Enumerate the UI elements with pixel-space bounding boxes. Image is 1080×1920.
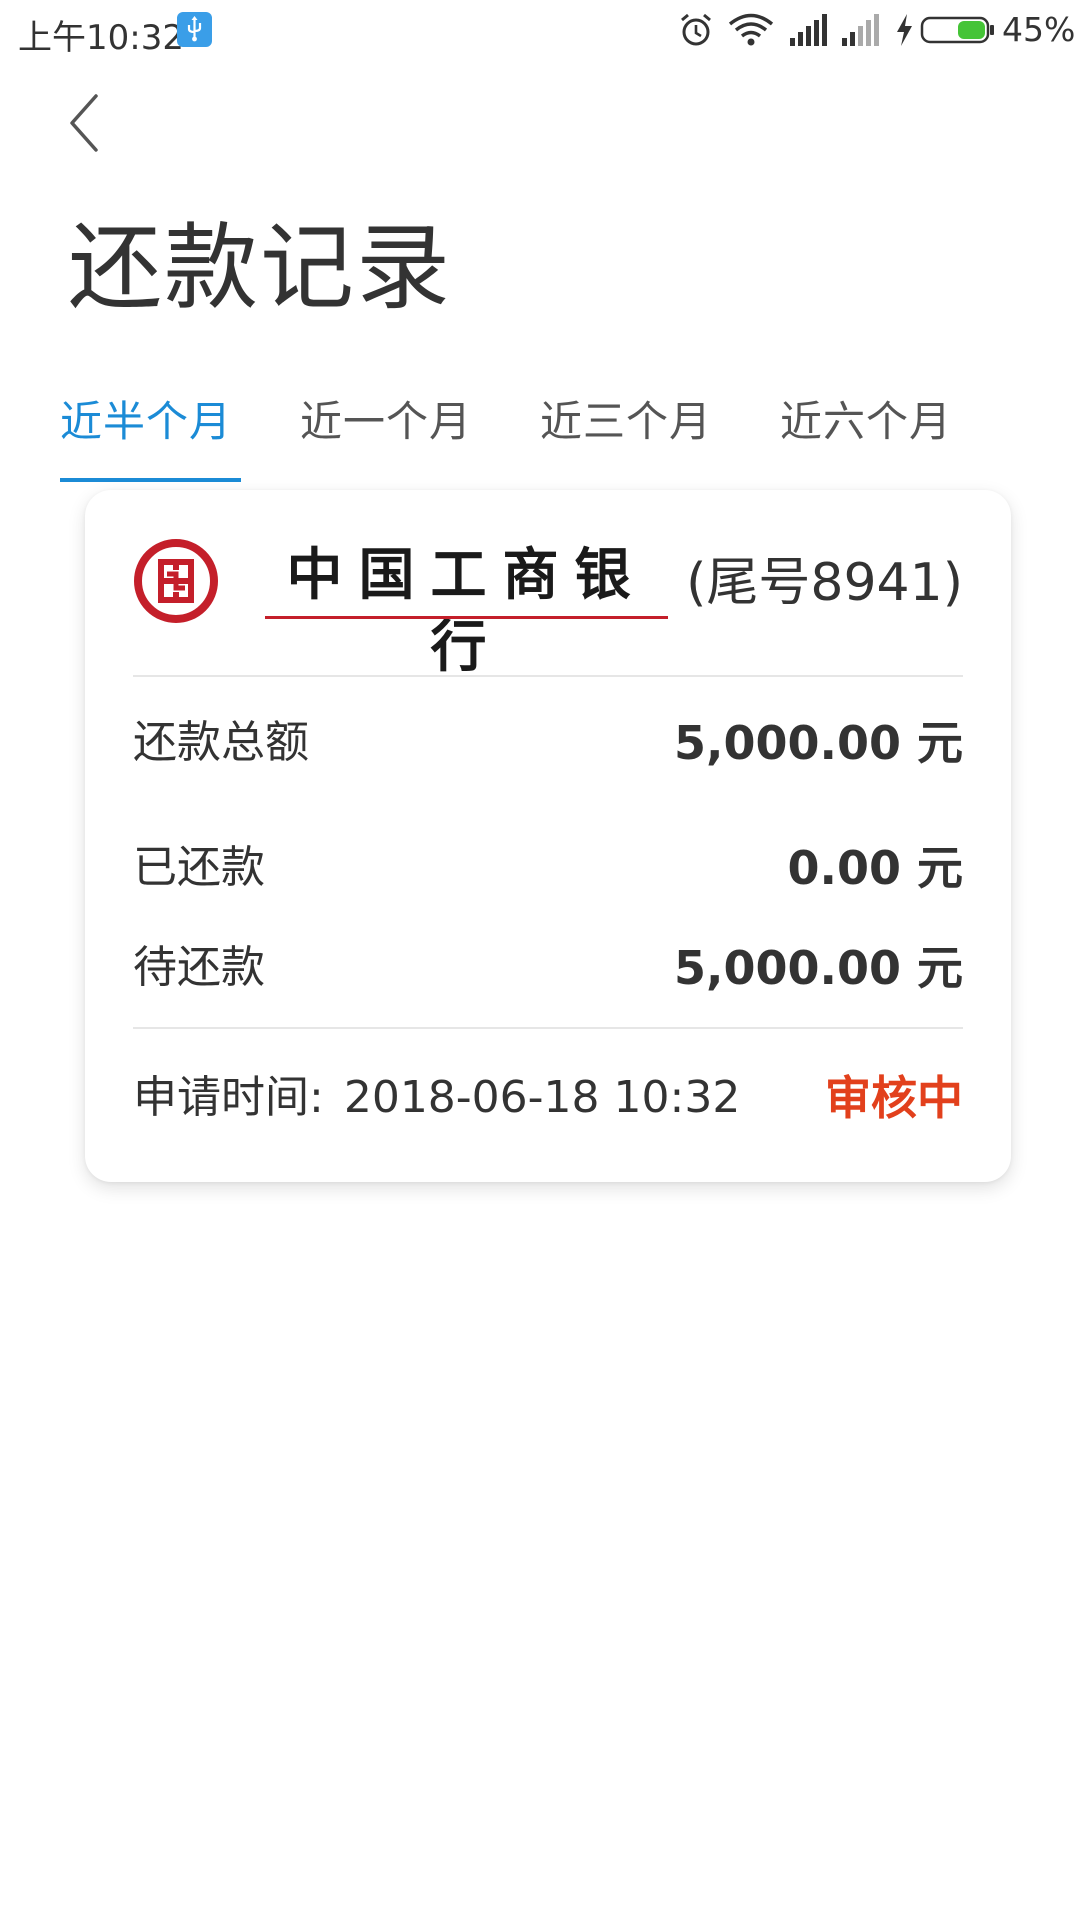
alarm-icon [678, 10, 714, 50]
page-title: 还款记录 [68, 214, 453, 323]
status-bar: 上午10:32 45% [0, 0, 1080, 62]
apply-time-value: 2018-06-18 10:32 [343, 1072, 741, 1123]
signal-icon [788, 10, 828, 50]
pending-amount-label: 待还款 [133, 942, 265, 993]
bank-name: 中国工商银行 [286, 543, 647, 680]
paid-amount-row: 已还款 0.00 元 [133, 833, 963, 903]
repayment-record-card[interactable]: 中国工商银行 (尾号8941) 还款总额 5,000.00 元 已还款 0.00… [85, 490, 1011, 1182]
total-amount-label: 还款总额 [133, 717, 309, 768]
period-tabs: 近半个月 近一个月 近三个月 近六个月 [0, 392, 1080, 482]
tab-one-month[interactable]: 近一个月 [300, 392, 472, 482]
status-time: 上午10:32 [18, 18, 184, 58]
pending-amount-value: 5,000.00 元 [673, 941, 963, 995]
battery-icon [920, 10, 996, 50]
bank-name-block: 中国工商银行 [265, 540, 668, 680]
wifi-icon [728, 10, 774, 50]
divider [133, 675, 963, 677]
apply-time: 申请时间: 2018-06-18 10:32 [133, 1063, 740, 1133]
back-button[interactable] [62, 88, 112, 158]
total-amount-value: 5,000.00 元 [673, 716, 963, 770]
divider [133, 1027, 963, 1029]
card-suffix: (尾号8941) [686, 553, 963, 613]
signal-icon [840, 10, 880, 50]
charging-icon [893, 10, 915, 50]
icbc-logo [133, 538, 219, 624]
paid-amount-label: 已还款 [133, 842, 265, 893]
paid-amount-value: 0.00 元 [787, 841, 963, 895]
tab-six-months[interactable]: 近六个月 [780, 392, 952, 482]
battery-percent: 45% [1002, 10, 1076, 49]
pending-amount-row: 待还款 5,000.00 元 [133, 933, 963, 1003]
chevron-left-icon [70, 94, 98, 152]
status-badge: 审核中 [825, 1071, 963, 1125]
total-amount-row: 还款总额 5,000.00 元 [133, 708, 963, 778]
repayment-records-screen: 上午10:32 45% 还款记录 近半个月 近一个月 近三个月 近六个月 中国工… [0, 0, 1080, 1920]
active-tab-indicator [60, 478, 241, 482]
apply-time-label: 申请时间: [133, 1072, 324, 1123]
tab-half-month[interactable]: 近半个月 [60, 392, 232, 482]
bank-name-underline [265, 616, 668, 619]
tab-three-months[interactable]: 近三个月 [540, 392, 712, 482]
usb-debug-icon [177, 12, 212, 47]
